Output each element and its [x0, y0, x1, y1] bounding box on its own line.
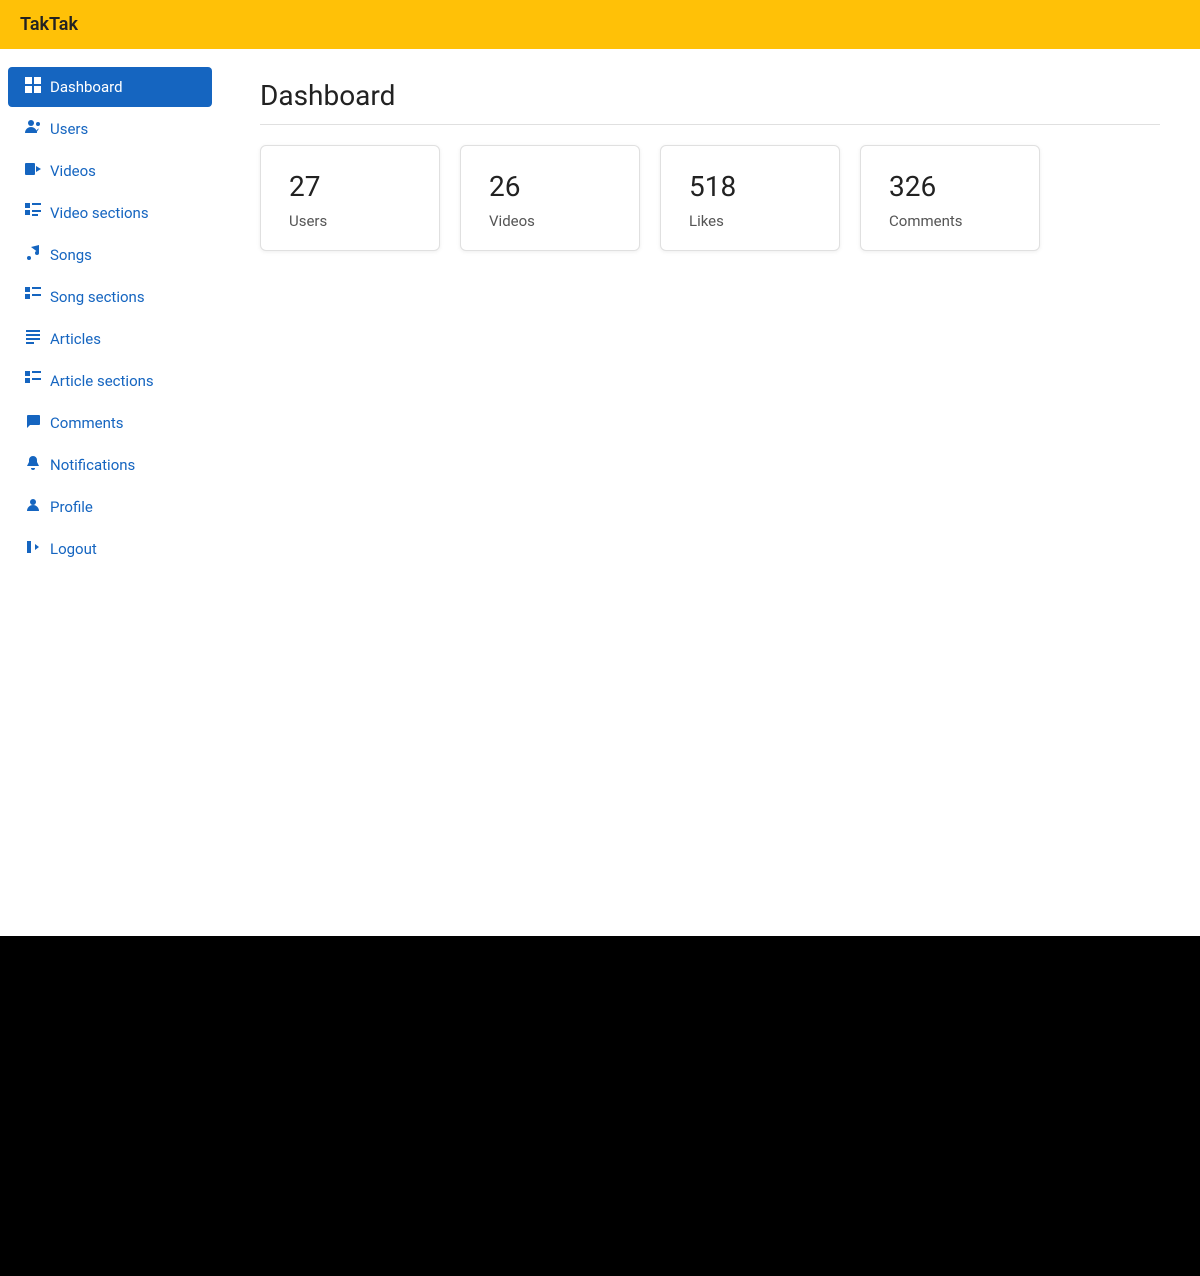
- sidebar-item-label-comments: Comments: [50, 414, 124, 432]
- page-title: Dashboard: [260, 79, 1160, 125]
- sidebar-item-label-article-sections: Article sections: [50, 372, 154, 390]
- profile-icon: [24, 497, 42, 517]
- sidebar-item-label-videos: Videos: [50, 162, 96, 180]
- sidebar-item-label-song-sections: Song sections: [50, 288, 145, 306]
- stat-card-comments-stat: 326 Comments: [860, 145, 1040, 251]
- sidebar-item-label-notifications: Notifications: [50, 456, 135, 474]
- sidebar-item-comments[interactable]: Comments: [8, 403, 212, 443]
- stat-label-comments-stat: Comments: [889, 212, 963, 230]
- logout-icon: [24, 539, 42, 559]
- comments-icon: [24, 413, 42, 433]
- sidebar-item-label-dashboard: Dashboard: [50, 78, 123, 96]
- sidebar-item-video-sections[interactable]: Video sections: [8, 193, 212, 233]
- sidebar-item-users[interactable]: Users: [8, 109, 212, 149]
- songs-icon: [24, 245, 42, 265]
- sidebar-item-notifications[interactable]: Notifications: [8, 445, 212, 485]
- stats-row: 27 Users 26 Videos 518 Likes 326 Comments: [260, 145, 1160, 251]
- sidebar-item-label-logout: Logout: [50, 540, 97, 558]
- dashboard-icon: [24, 77, 42, 97]
- topbar: TakTak: [0, 0, 1200, 49]
- stat-number-comments-stat: 326: [889, 170, 1011, 203]
- stat-label-users-stat: Users: [289, 212, 327, 230]
- stat-number-videos-stat: 26: [489, 170, 611, 203]
- sidebar-item-article-sections[interactable]: Article sections: [8, 361, 212, 401]
- sidebar-item-articles[interactable]: Articles: [8, 319, 212, 359]
- users-icon: [24, 119, 42, 139]
- videos-icon: [24, 161, 42, 181]
- stat-label-likes-stat: Likes: [689, 212, 724, 230]
- articles-icon: [24, 329, 42, 349]
- video-sections-icon: [24, 203, 42, 223]
- main-content: Dashboard 27 Users 26 Videos 518 Likes 326 Comm…: [220, 49, 1200, 936]
- app-title: TakTak: [20, 14, 78, 35]
- sidebar: Dashboard Users Videos Video sections Songs S…: [0, 49, 220, 936]
- stat-number-users-stat: 27: [289, 170, 411, 203]
- notifications-icon: [24, 455, 42, 475]
- sidebar-item-label-profile: Profile: [50, 498, 93, 516]
- sidebar-item-profile[interactable]: Profile: [8, 487, 212, 527]
- footer-black: [0, 936, 1200, 1276]
- sidebar-item-song-sections[interactable]: Song sections: [8, 277, 212, 317]
- stat-card-videos-stat: 26 Videos: [460, 145, 640, 251]
- sidebar-item-label-video-sections: Video sections: [50, 204, 149, 222]
- sidebar-item-label-users: Users: [50, 120, 88, 138]
- layout: Dashboard Users Videos Video sections Songs S…: [0, 49, 1200, 936]
- stat-label-videos-stat: Videos: [489, 212, 535, 230]
- stat-card-likes-stat: 518 Likes: [660, 145, 840, 251]
- sidebar-item-songs[interactable]: Songs: [8, 235, 212, 275]
- song-sections-icon: [24, 287, 42, 307]
- sidebar-item-videos[interactable]: Videos: [8, 151, 212, 191]
- stat-card-users-stat: 27 Users: [260, 145, 440, 251]
- article-sections-icon: [24, 371, 42, 391]
- sidebar-item-label-articles: Articles: [50, 330, 101, 348]
- stat-number-likes-stat: 518: [689, 170, 811, 203]
- sidebar-item-dashboard[interactable]: Dashboard: [8, 67, 212, 107]
- sidebar-item-label-songs: Songs: [50, 246, 92, 264]
- sidebar-item-logout[interactable]: Logout: [8, 529, 212, 569]
